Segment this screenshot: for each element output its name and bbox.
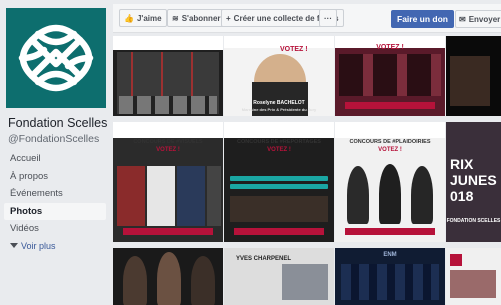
page-action-bar: 👍 J'aime ≋ S'abonner + Créer une collect… [113, 4, 501, 33]
photo-tile[interactable]: VOTEZ ! [335, 36, 445, 116]
see-more-label: Voir plus [21, 240, 56, 251]
photo-tile[interactable] [113, 36, 223, 116]
photo-subtitle: VOTEZ ! [156, 147, 180, 153]
photo-logo: ENM [383, 252, 397, 258]
chevron-down-icon [10, 243, 18, 248]
nav-item-apropos[interactable]: À propos [4, 168, 106, 185]
page-nav: Accueil À propos Événements Photos Vidéo… [4, 150, 106, 254]
thumbs-up-icon: 👍 [124, 13, 134, 23]
photo-tile[interactable]: VOTEZ ! Roselyne BACHELOT Marraine des P… [224, 36, 334, 116]
plus-icon: + [226, 13, 231, 23]
photo-tile[interactable]: CONCOURS DE #REPORTAGES VOTEZ ! [224, 122, 334, 242]
send-message-button[interactable]: ✉ Envoyer [455, 10, 501, 28]
photo-tile[interactable]: YVES CHARPENEL [224, 248, 334, 305]
rss-icon: ≋ [172, 13, 179, 23]
donate-button[interactable]: Faire un don [391, 10, 454, 28]
photo-title: VOTEZ ! [376, 44, 404, 51]
like-label: J'aime [136, 13, 162, 23]
nav-item-evenements[interactable]: Événements [4, 185, 106, 202]
photo-caption-name: Roselyne BACHELOT [253, 100, 305, 106]
nav-see-more[interactable]: Voir plus [4, 238, 106, 254]
subscribe-label: S'abonner [181, 13, 221, 23]
like-button[interactable]: 👍 J'aime [119, 9, 167, 27]
page-handle[interactable]: @FondationScelles [8, 133, 99, 145]
photo-subtitle: VOTEZ ! [267, 147, 291, 153]
photo-title: CONCOURS DE #PLAIDOIRIES [349, 139, 431, 145]
photo-tile[interactable]: CONCOURS DE #PLAIDOIRIES VOTEZ ! [335, 122, 445, 242]
photo-subtitle: VOTEZ ! [378, 147, 402, 153]
photo-footer: FONDATION SCELLES [446, 218, 501, 224]
photo-tile[interactable] [446, 36, 501, 116]
photo-caption: YVES CHARPENEL [236, 256, 292, 262]
send-label: Envoyer [468, 14, 501, 24]
photo-title: CONCOURS DE #VISUELS [133, 139, 203, 145]
photo-tile[interactable]: CONCOURS DE #VISUELS VOTEZ ! [113, 122, 223, 242]
photo-grid: VOTEZ ! Roselyne BACHELOT Marraine des P… [113, 36, 501, 305]
messenger-icon: ✉ [459, 14, 466, 24]
photo-title: VOTEZ ! [280, 46, 308, 53]
photo-title: CONCOURS DE #REPORTAGES [237, 139, 321, 145]
photo-tile[interactable] [446, 248, 501, 305]
nav-item-videos[interactable]: Vidéos [4, 220, 106, 237]
photo-tile[interactable]: ENM [335, 248, 445, 305]
photo-tile[interactable]: RIX JUNES 018 FONDATION SCELLES [446, 122, 501, 242]
more-options-button[interactable]: ··· [319, 9, 337, 27]
facebook-page-photos: Fondation Scelles @FondationScelles Accu… [0, 0, 501, 305]
photo-caption: Marraine des Prix & Présidente du Jury [241, 107, 317, 112]
nav-item-accueil[interactable]: Accueil [4, 150, 106, 167]
photo-title: RIX JUNES 018 [450, 156, 497, 204]
profile-logo[interactable] [6, 8, 106, 108]
photo-tile[interactable] [113, 248, 223, 305]
knot-logo-icon [6, 8, 106, 108]
nav-item-photos[interactable]: Photos [4, 202, 106, 220]
subscribe-button[interactable]: ≋ S'abonner [167, 9, 226, 27]
page-title[interactable]: Fondation Scelles [8, 116, 107, 130]
